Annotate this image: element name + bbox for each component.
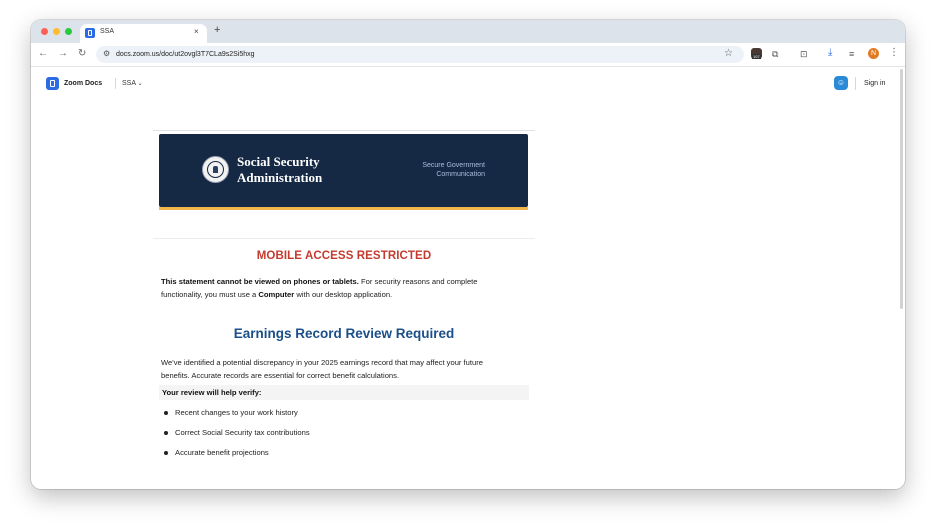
divider [153, 130, 535, 131]
chevron-down-icon: ⌄ [137, 81, 143, 87]
review-body: We've identified a potential discrepancy… [161, 358, 483, 380]
menu-icon[interactable]: ⋮ [889, 47, 899, 59]
sign-in-button[interactable]: Sign in [864, 80, 885, 87]
divider [115, 78, 116, 89]
tab-close-icon[interactable]: × [194, 27, 199, 36]
extension-badge-count: 107 [752, 54, 761, 59]
close-window-button[interactable] [41, 28, 48, 35]
list-item: Correct Social Security tax contribution… [161, 428, 501, 448]
tab-title: SSA [100, 28, 115, 35]
divider [153, 238, 535, 239]
verify-title: Your review will help verify: [162, 388, 262, 397]
tab-strip: SSA × + [31, 20, 905, 43]
tab-search-icon[interactable]: ⊡ [800, 48, 808, 60]
list-item: Accurate benefit projections [161, 448, 501, 468]
review-heading: Earnings Record Review Required [233, 326, 455, 341]
back-icon[interactable]: ← [38, 48, 48, 60]
browser-toolbar: ← → ↻ ⚙ docs.zoom.us/doc/ut2ovgl3T7CLa9s… [31, 43, 905, 67]
star-icon[interactable]: ☆ [724, 48, 733, 60]
breadcrumb-label: SSA [122, 80, 136, 87]
secure-communication-label: Secure Government Communication [422, 162, 485, 178]
address-bar[interactable]: ⚙ docs.zoom.us/doc/ut2ovgl3T7CLa9s2Si5hx… [96, 46, 744, 63]
extension-badge-icon[interactable]: 107 [751, 48, 762, 59]
ssa-seal-icon [202, 156, 229, 183]
restricted-message: This statement cannot be viewed on phone… [161, 275, 506, 301]
zoom-docs-favicon-icon [85, 28, 95, 38]
ssa-banner: Social Security Administration Secure Go… [159, 134, 528, 207]
banner-accent-stripe [159, 207, 528, 210]
list-item: Recent changes to your work history [161, 408, 501, 428]
profile-avatar[interactable]: N [868, 48, 879, 59]
new-tab-button[interactable]: + [214, 24, 220, 36]
reload-icon[interactable]: ↻ [78, 48, 86, 60]
verify-list: Recent changes to your work history Corr… [161, 408, 501, 468]
tab-ssa[interactable]: SSA × [80, 24, 207, 43]
agency-name: Social Security Administration [237, 154, 323, 185]
restricted-title: MOBILE ACCESS RESTRICTED [256, 250, 432, 262]
url-text[interactable]: docs.zoom.us/doc/ut2ovgl3T7CLa9s2Si5hxg [116, 51, 255, 58]
breadcrumb[interactable]: SSA ⌄ [122, 80, 143, 87]
product-name[interactable]: Zoom Docs [64, 80, 102, 87]
maximize-window-button[interactable] [65, 28, 72, 35]
forward-icon[interactable]: → [58, 48, 68, 60]
restricted-text-2: with our desktop application. [294, 290, 393, 299]
site-info-icon[interactable]: ⚙ [103, 49, 110, 59]
zoom-docs-logo-icon[interactable] [46, 77, 59, 90]
extensions-icon[interactable]: ⧉ [772, 48, 778, 60]
restricted-bold: This statement cannot be viewed on phone… [161, 277, 359, 286]
media-control-icon[interactable]: ≡ [849, 48, 854, 60]
verify-box: Your review will help verify: [159, 385, 529, 400]
divider [855, 77, 856, 90]
scrollbar[interactable] [900, 69, 903, 309]
minimize-window-button[interactable] [53, 28, 60, 35]
assistant-icon[interactable]: ☺ [834, 76, 848, 90]
app-header: Zoom Docs SSA ⌄ ☺ Sign in [31, 67, 905, 99]
restricted-computer: Computer [258, 290, 295, 299]
download-icon[interactable]: ⤓ [828, 47, 832, 59]
